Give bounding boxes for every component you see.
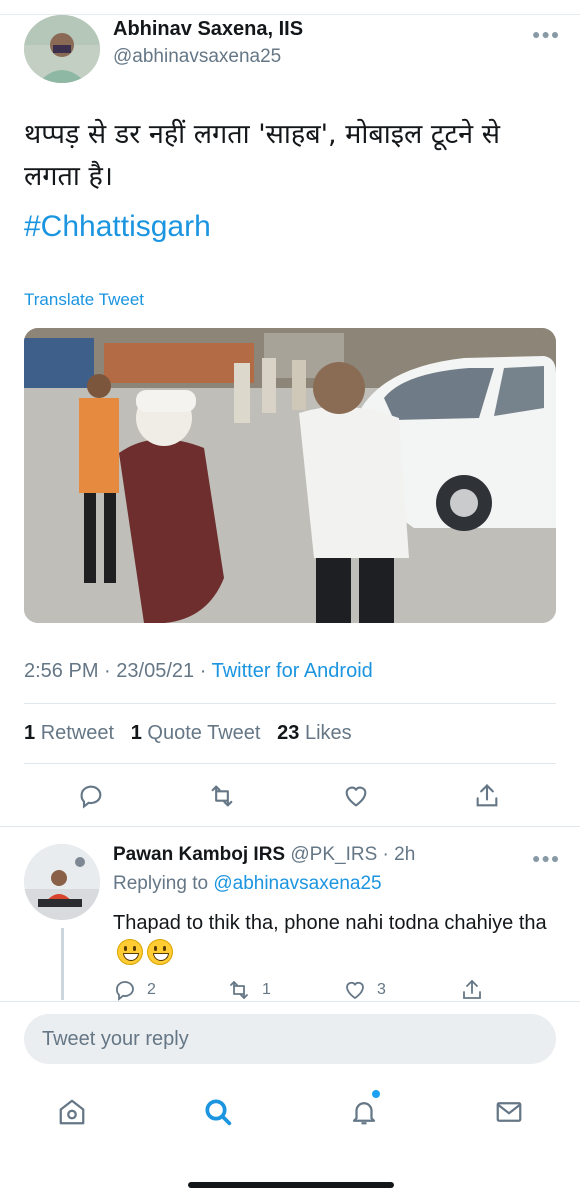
reply-author-avatar[interactable] bbox=[24, 844, 100, 920]
retweets-label: Retweet bbox=[40, 722, 115, 744]
retweet-icon bbox=[230, 981, 248, 999]
reply-reply-button[interactable]: 2 bbox=[113, 978, 156, 1002]
tweet-date: 23/05/21 bbox=[116, 660, 195, 682]
notification-dot bbox=[372, 1090, 380, 1098]
tweet-text: थप्पड़ से डर नहीं लगता 'साहब', मोबाइल टू… bbox=[24, 119, 500, 192]
likes-label: Likes bbox=[304, 722, 352, 744]
divider bbox=[24, 763, 556, 764]
reply-text-content: Thapad to thik tha, phone nahi todna cha… bbox=[113, 912, 547, 934]
reply-text: Thapad to thik tha, phone nahi todna cha… bbox=[113, 908, 553, 971]
search-icon[interactable] bbox=[198, 1092, 238, 1132]
replying-to-label: Replying to bbox=[113, 873, 209, 894]
author-handle[interactable]: @abhinavsaxena25 bbox=[113, 46, 281, 68]
reply-author-handle[interactable]: @PK_IRS bbox=[290, 844, 377, 865]
heart-icon[interactable] bbox=[336, 776, 376, 816]
tweet-time: 2:56 PM bbox=[24, 660, 99, 682]
reply-input[interactable] bbox=[24, 1014, 522, 1064]
translate-tweet-link[interactable]: Translate Tweet bbox=[24, 290, 144, 310]
quotes-label: Quote Tweet bbox=[147, 722, 261, 744]
divider bbox=[0, 826, 580, 827]
share-icon bbox=[463, 979, 481, 999]
reply-retweet-button[interactable]: 1 bbox=[226, 978, 271, 1002]
reply-time: · 2h bbox=[382, 844, 416, 865]
replying-to-line: Replying to @abhinavsaxena25 bbox=[113, 873, 382, 895]
replying-to-link[interactable]: @abhinavsaxena25 bbox=[213, 873, 381, 894]
mail-icon[interactable] bbox=[489, 1092, 529, 1132]
author-avatar[interactable] bbox=[24, 15, 100, 83]
like-count: 3 bbox=[377, 981, 386, 998]
tweet-media-image[interactable] bbox=[24, 328, 556, 623]
retweets-count: 1 bbox=[24, 722, 36, 744]
divider bbox=[0, 1001, 580, 1002]
share-icon[interactable] bbox=[467, 776, 507, 816]
bell-icon[interactable] bbox=[344, 1092, 384, 1132]
reply-like-button[interactable]: 3 bbox=[343, 978, 386, 1002]
more-icon[interactable]: ●●● bbox=[532, 26, 560, 42]
quotes-stat[interactable]: 1 Quote Tweet bbox=[131, 722, 261, 744]
tweet-source-link[interactable]: Twitter for Android bbox=[212, 660, 373, 682]
reply-header: Pawan Kamboj IRS @PK_IRS · 2h bbox=[113, 844, 415, 866]
retweet-count: 1 bbox=[262, 981, 271, 998]
thread-line bbox=[61, 928, 64, 1000]
reply-icon bbox=[116, 981, 134, 1001]
reply-author-name[interactable]: Pawan Kamboj IRS bbox=[113, 844, 285, 865]
home-indicator bbox=[188, 1182, 394, 1188]
home-icon[interactable] bbox=[52, 1092, 92, 1132]
reply-share-button[interactable] bbox=[460, 978, 484, 1002]
reply-icon[interactable] bbox=[71, 776, 111, 816]
divider bbox=[24, 703, 556, 704]
author-name[interactable]: Abhinav Saxena, IIS bbox=[113, 18, 303, 41]
heart-icon bbox=[346, 981, 364, 1000]
separator: · bbox=[104, 660, 111, 682]
likes-count: 23 bbox=[277, 722, 300, 744]
grinning-emoji bbox=[117, 939, 143, 965]
separator: · bbox=[199, 660, 207, 682]
hashtag-link[interactable]: #Chhattisgarh bbox=[24, 210, 211, 244]
grinning-emoji bbox=[147, 939, 173, 965]
tweet-timestamp: 2:56 PM · 23/05/21 · Twitter for Android bbox=[24, 660, 373, 683]
retweets-stat[interactable]: 1 Retweet bbox=[24, 722, 114, 744]
likes-stat[interactable]: 23 Likes bbox=[277, 722, 352, 744]
reply-count: 2 bbox=[147, 981, 156, 998]
quotes-count: 1 bbox=[130, 722, 142, 744]
tweet-stats: 1 Retweet 1 Quote Tweet 23 Likes bbox=[24, 722, 352, 745]
top-divider bbox=[0, 14, 580, 15]
retweet-icon[interactable] bbox=[202, 776, 242, 816]
more-icon[interactable]: ●●● bbox=[532, 850, 560, 866]
reply-composer[interactable] bbox=[24, 1014, 556, 1064]
